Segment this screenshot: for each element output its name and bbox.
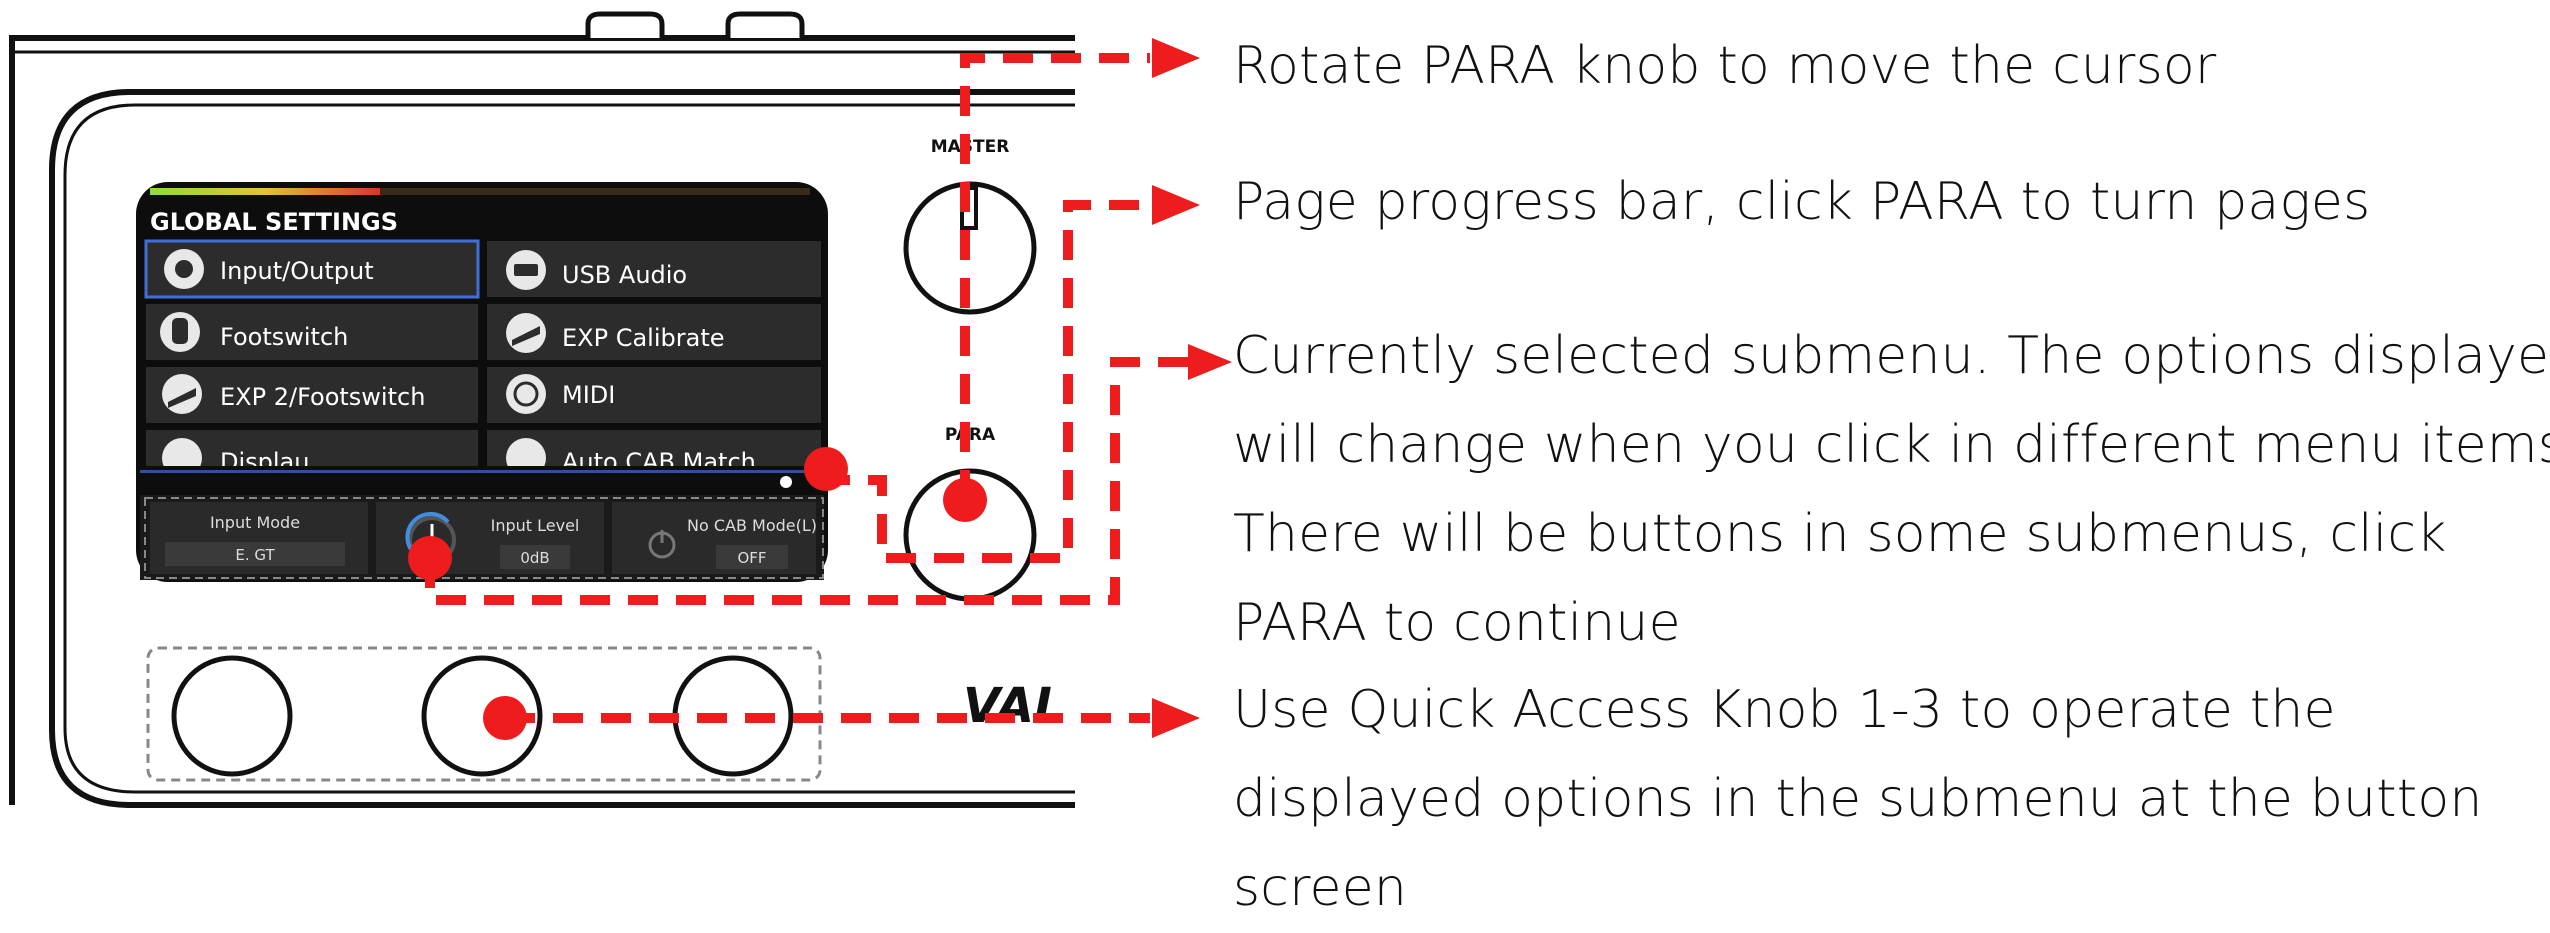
menu-tile-exp2-footswitch[interactable]: EXP 2/Footswitch	[146, 367, 478, 423]
callout-quick-access: Use Quick Access Knob 1-3 to operate the…	[1233, 666, 2483, 933]
param-input-mode[interactable]: Input Mode E. GT	[150, 502, 368, 574]
callout-progress: Page progress bar, click PARA to turn pa…	[1233, 172, 2370, 232]
screen-divider	[140, 470, 824, 473]
menu-tile-footswitch[interactable]: Footswitch	[146, 304, 478, 360]
param-label: Input Level	[491, 516, 580, 535]
menu-tile-usb-audio[interactable]: USB Audio	[487, 241, 821, 297]
param-no-cab-mode[interactable]: No CAB Mode(L) OFF	[612, 502, 817, 574]
menu-tile-input-output[interactable]: Input/Output	[144, 239, 480, 299]
top-jacks	[585, 11, 805, 38]
param-label: No CAB Mode(L)	[687, 516, 817, 535]
marker-quick-knob-2	[483, 696, 527, 740]
footswitch-icon-inner	[172, 318, 188, 344]
midi-icon	[506, 374, 546, 414]
callout-submenu: Currently selected submenu. The options …	[1233, 312, 2550, 668]
para-label: PARA	[945, 425, 996, 445]
marker-para-knob	[943, 478, 987, 522]
param-value: 0dB	[520, 549, 549, 567]
menu-item-label: Input/Output	[220, 257, 374, 285]
input-output-icon-inner	[175, 260, 193, 278]
callout-cursor: Rotate PARA knob to move the cursor	[1233, 36, 2217, 96]
jack-2	[725, 11, 805, 38]
marker-progress-bar	[804, 447, 848, 491]
screen-title: GLOBAL SETTINGS	[150, 208, 398, 236]
param-value: E. GT	[235, 546, 275, 564]
menu-item-label: MIDI	[562, 381, 615, 409]
menu-item-label: USB Audio	[562, 261, 687, 289]
menu-item-label: Footswitch	[220, 323, 348, 351]
lcd-screen: GLOBAL SETTINGS Input/Output USB Audio F…	[136, 182, 828, 582]
quick-access-knob-1[interactable]	[171, 655, 293, 777]
jack-1	[585, 11, 665, 38]
progress-meter-rest	[380, 188, 810, 195]
callout-line: Rotate PARA knob to move the cursor	[1233, 36, 2217, 96]
callout-line: PARA to continue	[1233, 593, 1681, 653]
menu-item-label: EXP Calibrate	[562, 324, 725, 352]
usb-audio-icon-inner	[514, 264, 538, 276]
param-label: Input Mode	[210, 513, 300, 532]
callout-line: displayed options in the submenu at the …	[1233, 769, 2483, 829]
menu-item-label: EXP 2/Footswitch	[220, 383, 425, 411]
progress-meter	[150, 188, 380, 195]
menu-tile-midi[interactable]: MIDI	[487, 367, 821, 423]
callout-line: screen	[1233, 858, 1408, 918]
marker-input-level	[408, 536, 452, 580]
page-indicator-dot	[780, 476, 792, 488]
callout-line: Use Quick Access Knob 1-3 to operate the	[1233, 680, 2336, 740]
brand-logo-text: VAL	[963, 678, 1065, 734]
callout-line: Currently selected submenu. The options …	[1233, 326, 2550, 386]
callout-line: Page progress bar, click PARA to turn pa…	[1233, 172, 2371, 232]
callout-line: will change when you click in different …	[1233, 415, 2550, 475]
callout-line: There will be buttons in some submenus, …	[1233, 504, 2447, 564]
param-strip: Input Mode E. GT Input Level 0dB No CAB …	[140, 495, 824, 580]
menu-tile-exp-calibrate[interactable]: EXP Calibrate	[487, 304, 821, 360]
param-value: OFF	[737, 549, 766, 567]
